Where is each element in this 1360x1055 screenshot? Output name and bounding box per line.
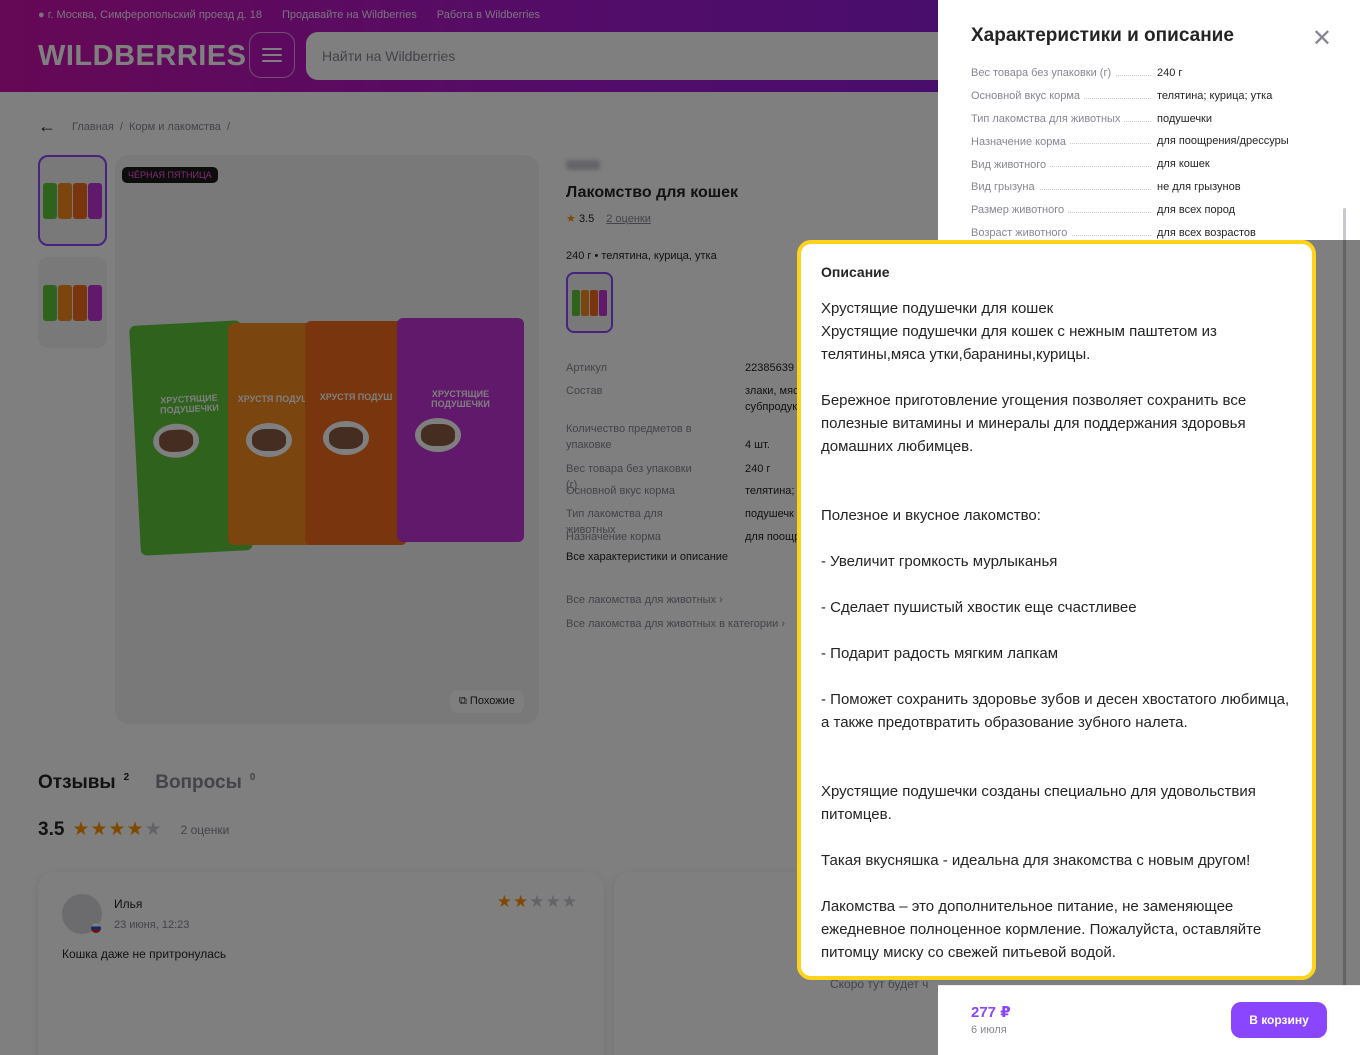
description-heading: Описание (821, 264, 890, 280)
panel-specs: Вес товара без упаковки (г) 240 г Основно… (971, 62, 1311, 244)
spec-key: Основной вкус корма (971, 90, 1085, 103)
panel-spec-row: Тип лакомства для животных подушечки (971, 108, 1311, 131)
panel-spec-row: Размер животного для всех пород (971, 199, 1311, 222)
spec-value: для всех пород (1157, 203, 1235, 216)
price: 277 ₽ (971, 1004, 1011, 1021)
spec-value: подушечки (1157, 112, 1213, 125)
spec-value: не для грызунов (1157, 180, 1241, 193)
panel-spec-row: Вид животного для кошек (971, 153, 1311, 176)
spec-value: телятина; курица; утка (1157, 89, 1273, 102)
spec-key: Тип лакомства для животных (971, 112, 1125, 125)
spec-key: Вид грызуна (971, 181, 1039, 194)
spec-value: для поощрения/дрессуры (1157, 135, 1289, 148)
spec-key: Размер животного (971, 204, 1069, 217)
spec-key: Вес товара без упаковки (г) (971, 67, 1116, 80)
spec-key: Вид животного (971, 158, 1051, 171)
description-text: Хрустящие подушечки для кошек Хрустящие … (821, 300, 1290, 961)
panel-spec-row: Назначение корма для поощрения/дрессуры (971, 130, 1311, 153)
description-box: Описание Хрустящие подушечки для кошек Х… (797, 240, 1316, 980)
panel-footer: 277 ₽ 6 июля В корзину (938, 985, 1360, 1055)
panel-spec-row: Вес товара без упаковки (г) 240 г (971, 62, 1311, 85)
panel-title: Характеристики и описание (971, 25, 1234, 46)
spec-key: Возраст животного (971, 226, 1072, 239)
delivery-date: 6 июля (971, 1024, 1007, 1036)
panel-spec-row: Основной вкус корма телятина; курица; утк… (971, 85, 1311, 108)
close-icon[interactable]: ✕ (1312, 24, 1332, 53)
panel-spec-row: Вид грызуна не для грызунов (971, 176, 1311, 199)
add-to-cart-button[interactable]: В корзину (1231, 1002, 1327, 1038)
spec-key: Назначение корма (971, 135, 1071, 148)
spec-value: 240 г (1157, 67, 1183, 79)
spec-value: для кошек (1157, 158, 1210, 171)
